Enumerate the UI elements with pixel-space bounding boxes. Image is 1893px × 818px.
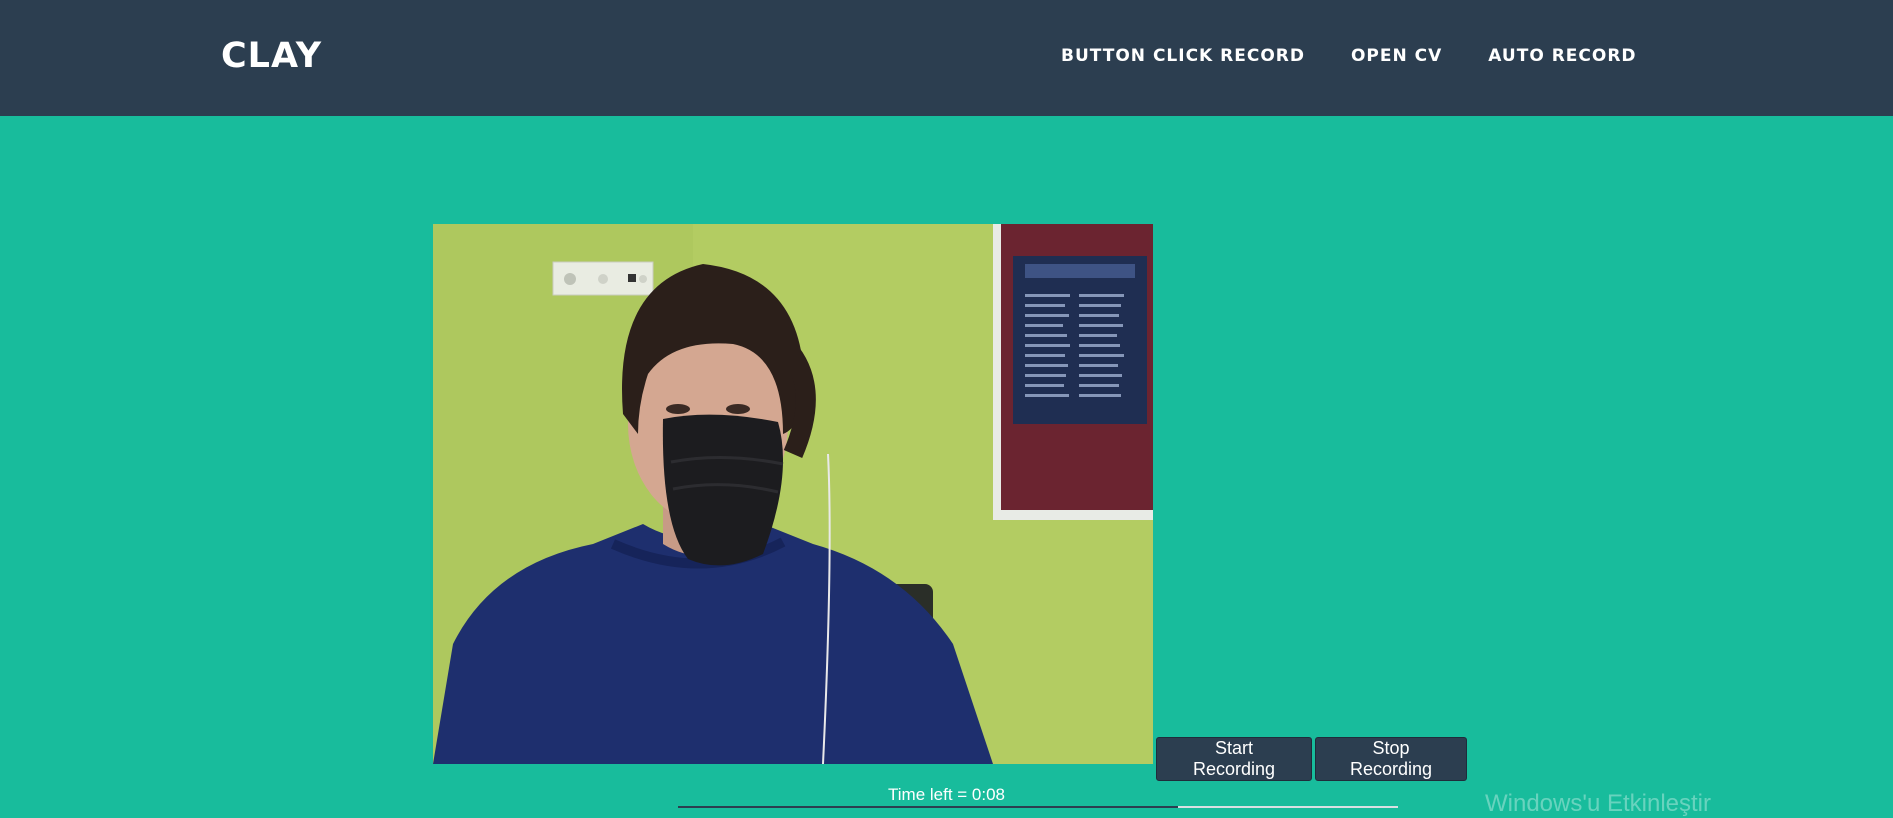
nav-link-open-cv[interactable]: OPEN CV (1351, 46, 1442, 66)
windows-activation-watermark: Windows'u Etkinleştir (1485, 790, 1711, 817)
brand-logo[interactable]: CLAY (221, 36, 322, 76)
webcam-frame-illustration (433, 224, 1153, 764)
nav-link-button-click-record[interactable]: BUTTON CLICK RECORD (1061, 46, 1305, 66)
top-navbar: CLAY BUTTON CLICK RECORD OPEN CV AUTO RE… (0, 0, 1893, 116)
nav-link-auto-record[interactable]: AUTO RECORD (1488, 46, 1636, 66)
time-left-text: Time left = 0:08 (888, 785, 1006, 804)
start-recording-button[interactable]: Start Recording (1156, 737, 1312, 781)
nav-links: BUTTON CLICK RECORD OPEN CV AUTO RECORD (1061, 46, 1683, 66)
stop-recording-button[interactable]: Stop Recording (1315, 737, 1467, 781)
webcam-video (433, 224, 1153, 764)
